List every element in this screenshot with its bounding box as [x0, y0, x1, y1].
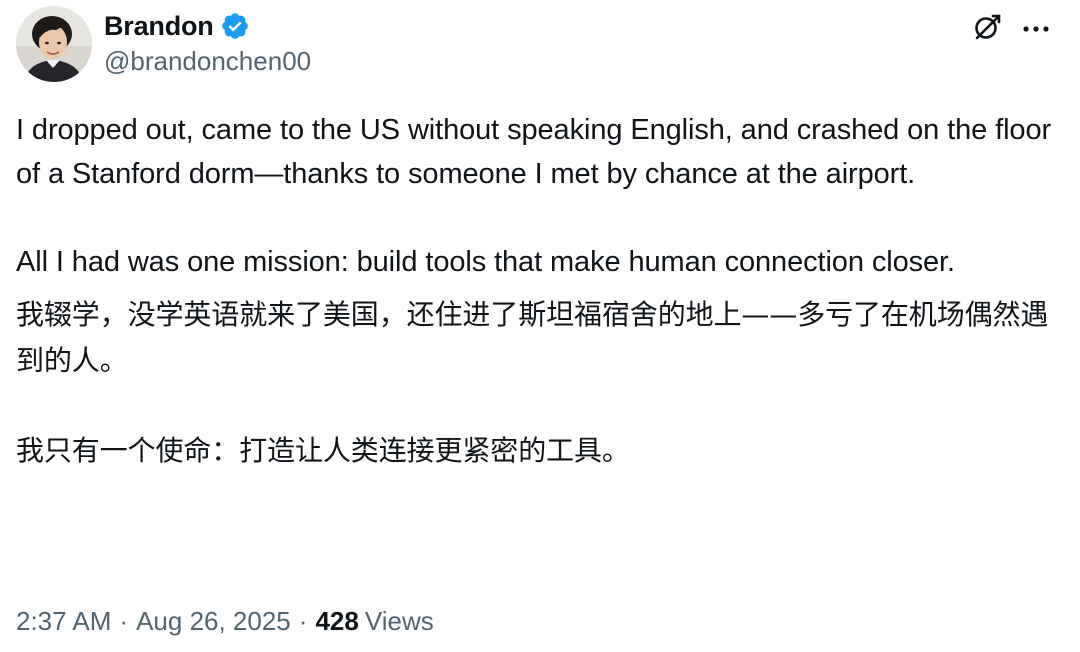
tweet-card: Brandon @brandonchen00 I dropped out, ca… [0, 0, 1080, 652]
author-block: Brandon @brandonchen00 [104, 8, 311, 77]
tweet-time[interactable]: 2:37 AM [16, 606, 111, 637]
tweet-date[interactable]: Aug 26, 2025 [136, 606, 291, 637]
name-row: Brandon [104, 8, 311, 44]
tweet-body: I dropped out, came to the US without sp… [16, 108, 1064, 474]
tweet-paragraph-en-1: I dropped out, came to the US without sp… [16, 114, 1060, 190]
tweet-meta: 2:37 AM · Aug 26, 2025 · 428 Views [16, 606, 434, 637]
tweet-header: Brandon @brandonchen00 [16, 4, 1064, 90]
header-actions [972, 12, 1050, 47]
author-handle[interactable]: @brandonchen00 [104, 46, 311, 77]
tweet-paragraph-en-2: All I had was one mission: build tools t… [16, 246, 955, 278]
tweet-paragraph-cn-2: 我只有一个使命：打造让人类连接更紧密的工具。 [16, 434, 630, 467]
verified-badge-icon [220, 11, 250, 41]
avatar[interactable] [16, 6, 92, 82]
grok-icon[interactable] [972, 12, 1002, 47]
more-icon[interactable] [1022, 21, 1050, 39]
meta-separator: · [119, 606, 129, 636]
views-count: 428 [315, 606, 359, 636]
views-label: Views [364, 606, 434, 636]
tweet-paragraph-cn-1: 我辍学，没学英语就来了美国，还住进了斯坦福宿舍的地上——多亏了在机场偶然遇到的人… [16, 298, 1049, 377]
display-name[interactable]: Brandon [104, 11, 214, 42]
meta-separator: · [298, 606, 308, 636]
